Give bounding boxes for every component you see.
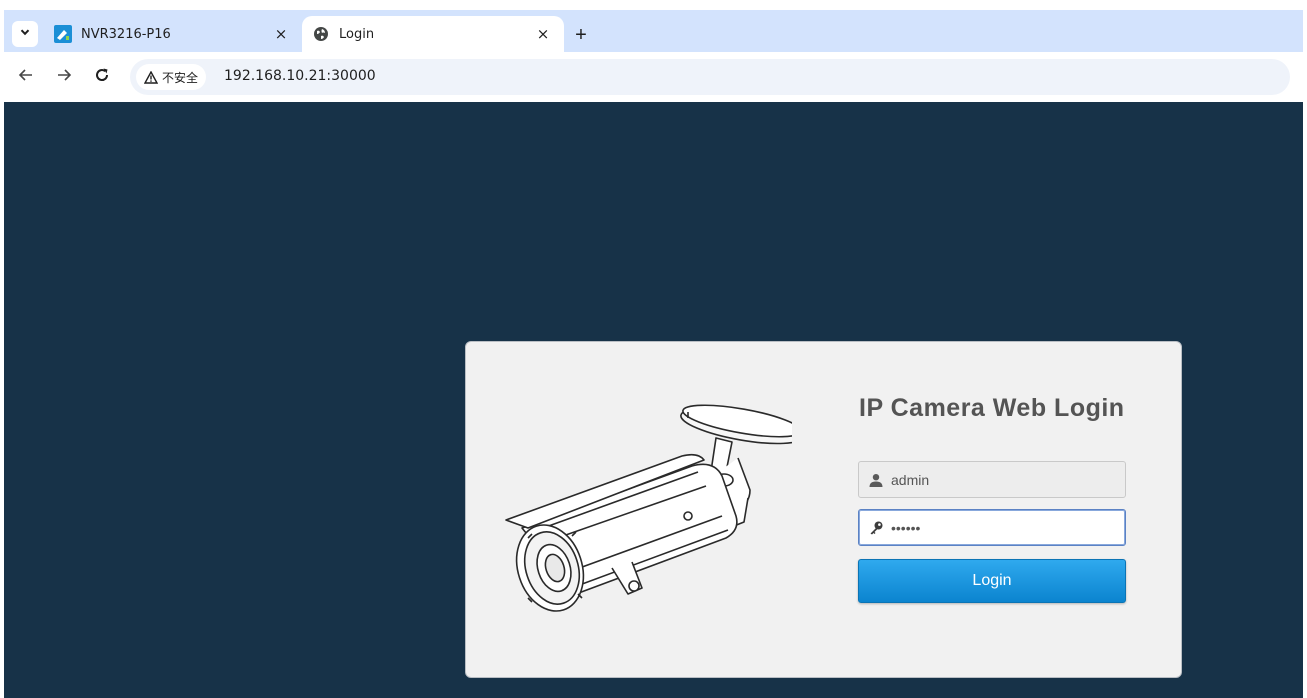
warning-triangle-icon (144, 70, 158, 84)
nvr-favicon-icon (54, 25, 72, 43)
password-input[interactable] (891, 510, 1125, 545)
arrow-right-icon (56, 67, 72, 88)
login-title: IP Camera Web Login (859, 394, 1125, 422)
tab-close-icon[interactable]: × (270, 23, 292, 45)
key-icon (868, 520, 884, 536)
username-field[interactable] (858, 461, 1126, 498)
security-label: 不安全 (162, 70, 199, 85)
url-text[interactable]: 192.168.10.21:30000 (224, 68, 376, 84)
page-background: IP Camera Web Login Login (4, 102, 1303, 698)
tab-title: NVR3216-P16 (81, 26, 171, 42)
arrow-left-icon (18, 67, 34, 88)
tab-close-icon[interactable]: × (532, 23, 554, 45)
tab-login[interactable]: Login × (302, 16, 564, 52)
login-button[interactable]: Login (858, 559, 1126, 603)
password-field[interactable] (858, 509, 1126, 546)
browser-tab-strip: NVR3216-P16 × Login × + (4, 10, 1303, 52)
bullet-camera-illustration (505, 404, 792, 612)
user-icon (868, 472, 884, 488)
tab-nvr[interactable]: NVR3216-P16 × (44, 16, 302, 52)
reload-icon (94, 67, 110, 88)
back-button[interactable] (14, 65, 38, 89)
chevron-down-icon (19, 25, 31, 43)
reload-button[interactable] (90, 65, 114, 89)
login-panel: IP Camera Web Login Login (465, 341, 1182, 678)
security-indicator[interactable]: 不安全 (136, 64, 207, 90)
tab-title: Login (339, 26, 375, 42)
globe-icon (312, 25, 330, 43)
new-tab-button[interactable]: + (570, 24, 592, 46)
forward-button[interactable] (52, 65, 76, 89)
tab-search-button[interactable] (12, 21, 38, 47)
browser-toolbar: 不安全 192.168.10.21:30000 (4, 52, 1303, 102)
username-input[interactable] (891, 462, 1125, 497)
address-bar[interactable]: 不安全 192.168.10.21:30000 (130, 59, 1290, 95)
